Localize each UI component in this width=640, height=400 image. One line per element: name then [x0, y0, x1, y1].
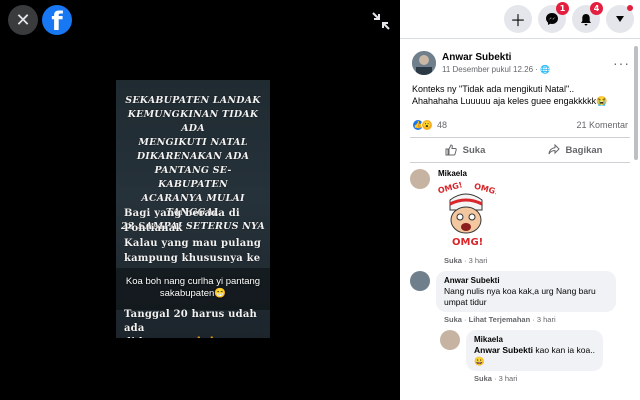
- photo-caption-bottom: Tanggal 20 harus udah ada di kampung🙏🙏: [124, 308, 264, 338]
- svg-text:OMG!: OMG!: [473, 182, 496, 197]
- comment-meta: Suka · Lihat Terjemahan · 3 hari: [436, 315, 616, 324]
- account-dot: [627, 5, 633, 11]
- comment-text: kao kan ia koa..: [533, 345, 595, 355]
- globe-icon: 🌐: [540, 65, 551, 74]
- collapse-fullscreen-icon[interactable]: [370, 10, 392, 32]
- like-label: Suka: [462, 144, 486, 156]
- comment-emoji: 😀: [474, 356, 485, 366]
- commenter-name[interactable]: Mikaela: [438, 169, 496, 178]
- wow-reaction-icon: 😮: [421, 119, 433, 131]
- reaction-summary: 👍 😮 48 21 Komentar: [400, 107, 640, 137]
- share-button[interactable]: Bagikan: [520, 138, 630, 162]
- comment-meta: Suka · 3 hari: [466, 374, 603, 383]
- notifications-button[interactable]: 4: [572, 2, 603, 33]
- commenter-name[interactable]: Anwar Subekti: [444, 275, 608, 286]
- post-text: Konteks ny "Tidak ada mengikuti Natal"..…: [400, 75, 640, 107]
- post-author[interactable]: Anwar Subekti: [442, 52, 550, 63]
- comment-reply: Mikaela Anwar Subekti kao kan ia koa.. 😀…: [400, 324, 640, 383]
- more-options-icon[interactable]: ···: [613, 55, 630, 71]
- commenter-avatar[interactable]: [410, 271, 430, 291]
- photo-caption-line: Pontianak: [124, 223, 183, 234]
- photo-caption-line: Kalau yang mau pulang: [124, 238, 262, 249]
- comment-bubble: Anwar Subekti Nang nulis nya koa kak,a u…: [436, 271, 616, 312]
- photo-caption-line: MENGIKUTI NATAL: [138, 137, 248, 148]
- photo-viewer: ✕ f SEKABUPATEN LANDAK KEMUNGKINAN TIDAK …: [0, 0, 400, 400]
- post-actions: Suka Bagikan: [410, 137, 630, 163]
- share-label: Bagikan: [565, 144, 603, 156]
- mention-link[interactable]: Anwar Subekti: [474, 345, 533, 355]
- account-button[interactable]: [606, 5, 634, 33]
- post-photo: SEKABUPATEN LANDAK KEMUNGKINAN TIDAK ADA M…: [116, 80, 270, 338]
- facebook-logo-icon[interactable]: f: [42, 5, 72, 35]
- reaction-count[interactable]: 48: [437, 120, 447, 130]
- comment-text: Nang nulis nya koa kak,a urg Nang baru u…: [444, 286, 596, 307]
- commenter-avatar[interactable]: [410, 169, 430, 189]
- comment-time[interactable]: 3 hari: [469, 256, 488, 265]
- messenger-icon: [546, 13, 558, 25]
- comment-bubble: Mikaela Anwar Subekti kao kan ia koa.. 😀: [466, 330, 603, 371]
- svg-text:OMG!: OMG!: [437, 180, 463, 195]
- messenger-badge: 1: [556, 2, 569, 15]
- commenter-name[interactable]: Mikaela: [474, 334, 595, 345]
- comment-like-link[interactable]: Suka: [474, 374, 492, 383]
- photo-caption-mid: Bagi yang berada di Pontianak Kalau yang m…: [124, 206, 264, 266]
- comment-meta: Suka · 3 hari: [436, 256, 496, 265]
- commenter-avatar[interactable]: [440, 330, 460, 350]
- top-bar: ＋ 1 4: [400, 0, 640, 38]
- photo-caption-line: kampung khususnya ke: [124, 253, 261, 264]
- post-timestamp[interactable]: 11 Desember pukul 12.26 · 🌐: [442, 65, 550, 74]
- photo-overlay-text: Koa boh nang curlha yi pantang sakabupat…: [125, 276, 261, 299]
- comment-time[interactable]: 3 hari: [499, 374, 518, 383]
- reaction-icons[interactable]: 👍 😮: [412, 119, 433, 131]
- messenger-button[interactable]: 1: [538, 2, 569, 33]
- comment: Mikaela OMG! OMG! OMG! Suka · 3 hari: [400, 163, 640, 265]
- plus-icon: ＋: [509, 11, 526, 30]
- photo-caption-line: PANTANG SE-KABUPATEN: [154, 165, 232, 190]
- comment-like-link[interactable]: Suka: [444, 315, 462, 324]
- create-button[interactable]: ＋: [504, 5, 532, 33]
- post-text-line: Konteks ny "Tidak ada mengikuti Natal"..: [412, 84, 575, 94]
- photo-caption-line: Bagi yang berada di: [124, 208, 240, 219]
- close-icon[interactable]: ✕: [8, 5, 38, 35]
- post-text-line: Ahahahaha Luuuuu aja keles guee engakkkk…: [412, 96, 608, 106]
- scrollbar[interactable]: [634, 46, 638, 160]
- thumbs-up-icon: [445, 144, 457, 156]
- post-header: Anwar Subekti 11 Desember pukul 12.26 · …: [400, 39, 640, 75]
- notifications-badge: 4: [590, 2, 603, 15]
- sticker-text: OMG!: [452, 237, 483, 248]
- author-avatar[interactable]: [412, 51, 436, 75]
- share-icon: [548, 144, 560, 155]
- comment-count[interactable]: 21 Komentar: [576, 120, 628, 130]
- comment: Anwar Subekti Nang nulis nya koa kak,a u…: [400, 265, 640, 324]
- photo-caption-line: KEMUNGKINAN TIDAK ADA: [127, 109, 259, 134]
- caret-down-icon: [616, 16, 624, 22]
- bell-icon: [581, 13, 591, 25]
- comment-like-link[interactable]: Suka: [444, 256, 462, 265]
- photo-caption-line: Tanggal 20 harus udah ada: [124, 309, 257, 334]
- omg-sticker: OMG! OMG! OMG!: [437, 180, 500, 248]
- see-translation-link[interactable]: Lihat Terjemahan: [469, 315, 531, 324]
- comment-time[interactable]: 3 hari: [537, 315, 556, 324]
- photo-caption-line: di kampung🙏🙏: [124, 336, 264, 338]
- post-panel: ＋ 1 4 Anwar Subekti 11 Desember pukul 12…: [400, 0, 640, 400]
- photo-caption-line: DIKARENAKAN ADA: [136, 151, 250, 162]
- post-time-text: 11 Desember pukul 12.26 ·: [442, 65, 541, 74]
- like-button[interactable]: Suka: [410, 138, 520, 162]
- photo-caption-line: SEKABUPATEN LANDAK: [125, 95, 261, 106]
